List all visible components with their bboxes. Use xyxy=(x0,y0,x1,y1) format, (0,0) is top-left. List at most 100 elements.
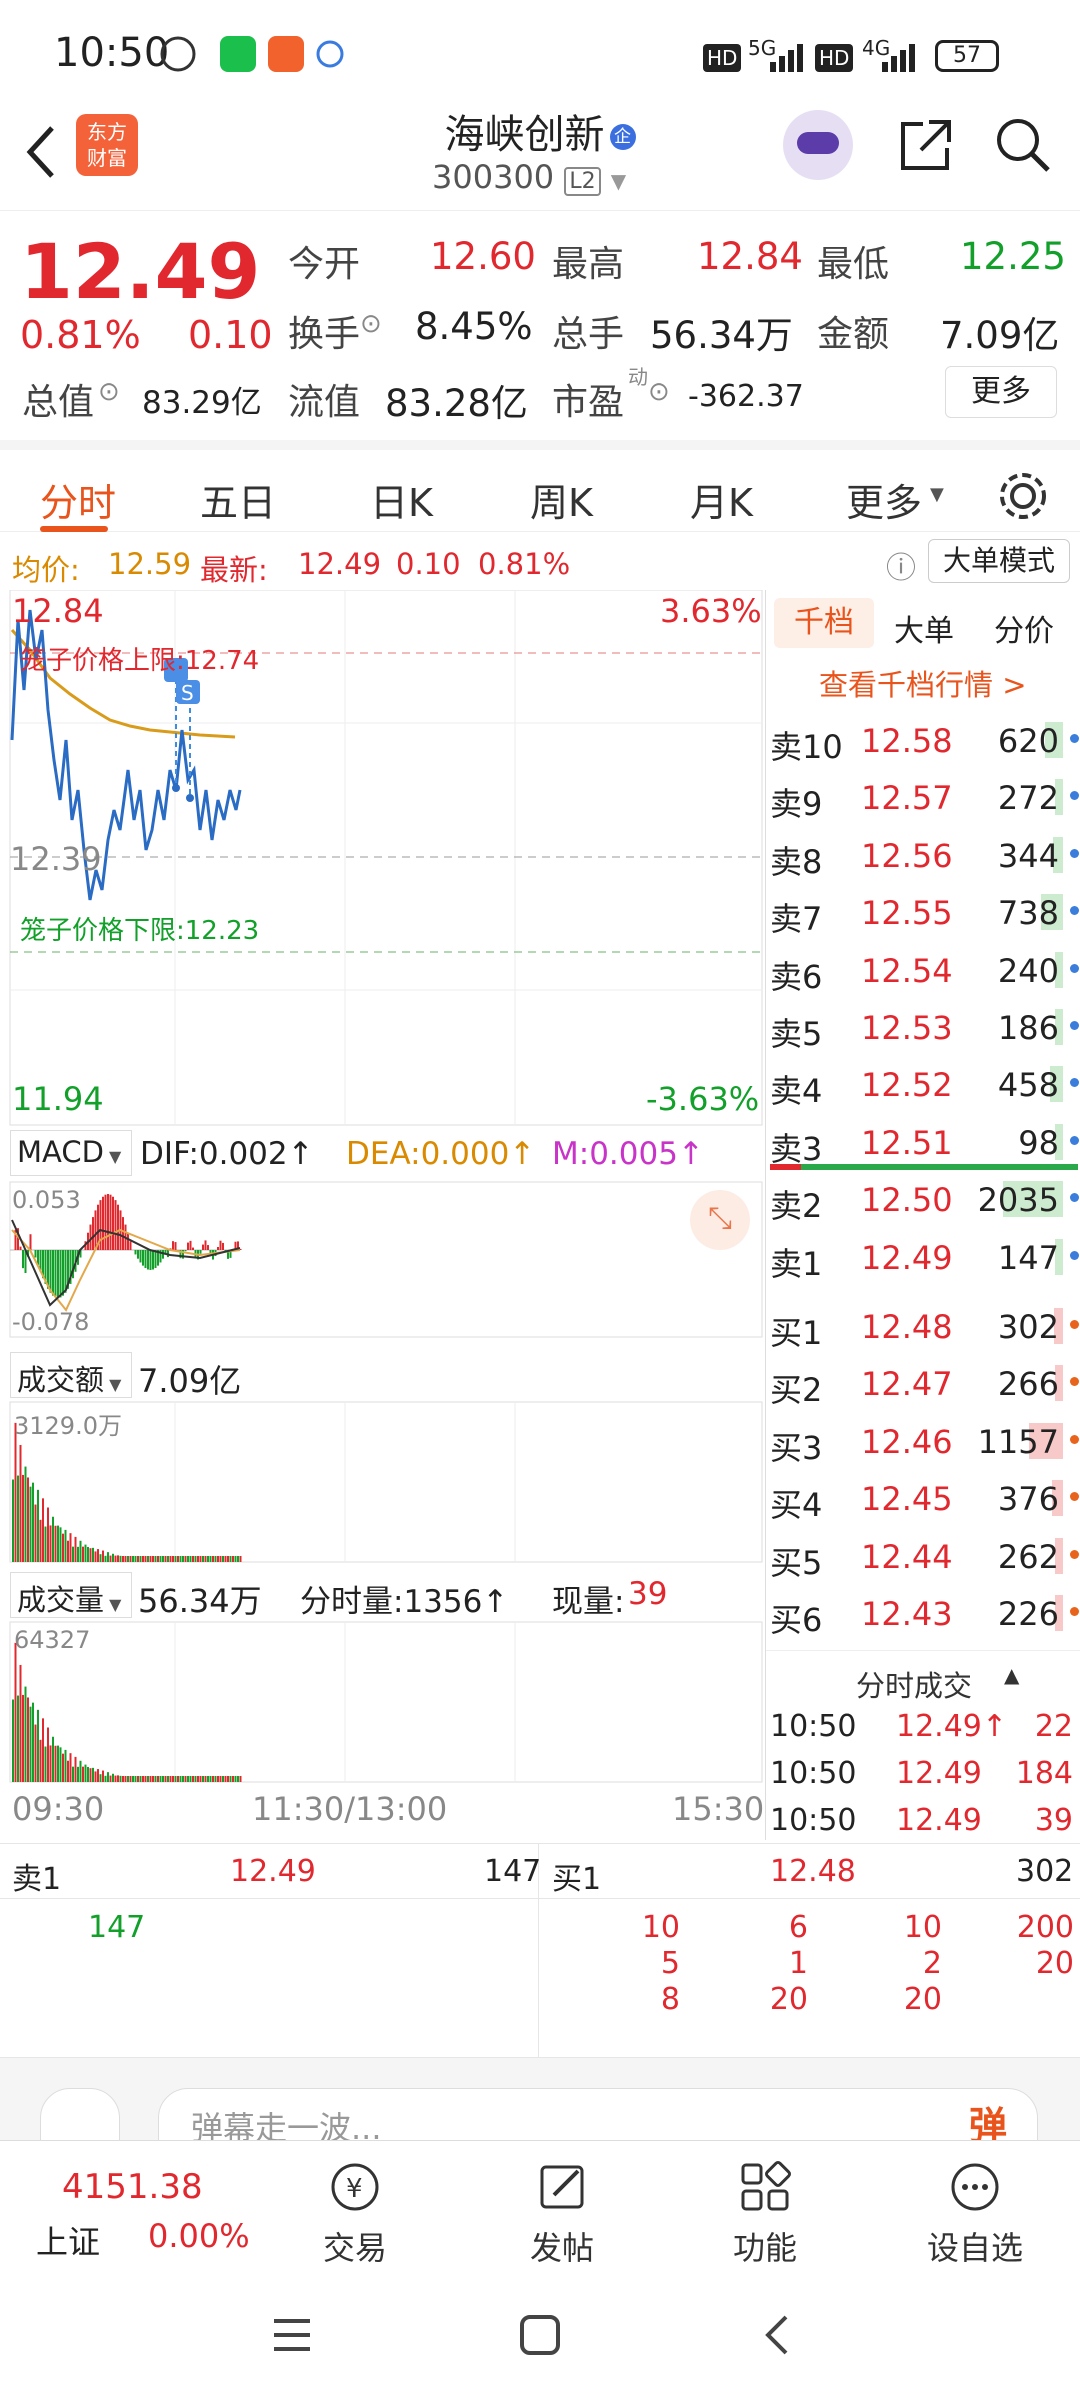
tab-day-k[interactable]: 日K xyxy=(370,472,433,527)
menu-icon[interactable] xyxy=(270,2315,314,2355)
back-icon[interactable] xyxy=(22,122,62,182)
comment-list-icon[interactable] xyxy=(40,2088,120,2148)
time-end: 15:30 xyxy=(672,1790,765,1828)
nav-functions-label: 功能 xyxy=(732,2229,797,2267)
macd-bar xyxy=(137,1250,139,1259)
info-icon[interactable]: ⊙ xyxy=(360,309,382,339)
nav-add-watchlist[interactable]: 设自选 xyxy=(905,2159,1045,2269)
stock-title: 海峡创新 企 xyxy=(420,102,660,160)
bid-row[interactable]: 买5 12.44 262 xyxy=(766,1534,1080,1582)
bid-row[interactable]: 买1 12.48 302 xyxy=(766,1304,1080,1352)
y-bot-pct: -3.63% xyxy=(646,1080,760,1118)
trade-time: 10:50 xyxy=(770,1709,857,1744)
bid-row[interactable]: 买3 12.46 1157 xyxy=(766,1419,1080,1467)
macd-bar xyxy=(49,1250,52,1293)
buy-detail-value: 20 xyxy=(1035,1946,1074,1981)
macd-bar xyxy=(114,1200,117,1250)
info-icon[interactable]: ⊙ xyxy=(98,377,120,407)
amt-bars-bar xyxy=(87,1547,89,1562)
vol-bars-bar xyxy=(174,1776,177,1782)
vol-bars-bar xyxy=(92,1767,94,1782)
amt-bars-bar xyxy=(59,1527,62,1562)
vol-bars-bar xyxy=(227,1776,229,1782)
index-ticker[interactable]: 4151.38 上证 0.00% xyxy=(0,2141,260,2271)
sell1-label: 卖1 xyxy=(12,1862,62,1897)
vol-bars-bar xyxy=(84,1764,87,1782)
stock-code-row[interactable]: 300300 L2 ▼ xyxy=(432,158,626,196)
amount-label: 成交额 xyxy=(17,1363,105,1397)
stock-code: 300300 xyxy=(432,158,555,196)
vol-bars-bar xyxy=(72,1766,74,1782)
nav-post[interactable]: 发帖 xyxy=(492,2159,632,2269)
assistant-avatar[interactable] xyxy=(783,110,853,180)
volume-selector[interactable]: 成交量 ▼ xyxy=(10,1572,132,1618)
amount-label: 金额 xyxy=(817,314,890,355)
big-order-mode-button[interactable]: 大单模式 xyxy=(928,539,1070,583)
macd-bar xyxy=(127,1232,129,1250)
tab-week-k[interactable]: 周K xyxy=(530,472,593,527)
vol-bars-bar xyxy=(74,1756,77,1782)
y-mid-label: 12.39 xyxy=(10,840,102,878)
hd-badge-1: HD xyxy=(703,44,742,72)
amount-max-label: 3129.0万 xyxy=(14,1412,122,1440)
amt-bars-bar xyxy=(202,1556,204,1562)
vol-bars-bar xyxy=(34,1724,37,1782)
vol-bars-bar xyxy=(194,1776,197,1782)
brand-logo[interactable]: 东方 财富 xyxy=(76,114,138,176)
nav-functions[interactable]: 功能 xyxy=(695,2159,835,2269)
danmu-input[interactable]: 弹幕走一波... 弹 xyxy=(158,2088,1038,2148)
buy-detail-value: 10 xyxy=(641,1910,680,1945)
cage-lower-label: 笼子价格下限:12.23 xyxy=(20,916,260,946)
amt-bars-bar xyxy=(127,1556,129,1562)
bid-row[interactable]: 买6 12.43 226 xyxy=(766,1591,1080,1639)
amt-bars-bar xyxy=(204,1556,207,1562)
bid-row[interactable]: 买4 12.45 376 xyxy=(766,1476,1080,1524)
chevron-up-icon[interactable]: ▲ xyxy=(1004,1663,1019,1687)
info-icon[interactable]: ⊙ xyxy=(648,377,670,407)
vol-bars-bar xyxy=(49,1745,52,1782)
system-back-icon[interactable] xyxy=(760,2313,796,2357)
trade-time: 10:50 xyxy=(770,1803,857,1838)
top-bar: 东方 财富 海峡创新 企 300300 L2 ▼ xyxy=(0,100,1080,210)
amt-bars-bar xyxy=(154,1556,157,1562)
macd-selector[interactable]: MACD ▼ xyxy=(10,1130,132,1176)
chevron-down-icon: ▼ xyxy=(610,169,627,193)
signal-icon-2 xyxy=(882,44,915,72)
amt-bars-bar xyxy=(169,1556,172,1562)
amt-bars-bar xyxy=(129,1556,132,1562)
more-button[interactable]: 更多 xyxy=(945,366,1057,418)
share-icon[interactable] xyxy=(895,114,957,176)
tab-five-day[interactable]: 五日 xyxy=(200,472,276,527)
amt-bars-bar xyxy=(184,1556,187,1562)
tab-more[interactable]: 更多 xyxy=(846,472,922,527)
amt-bars-bar xyxy=(117,1555,119,1562)
buy-detail-value: 20 xyxy=(769,1982,808,2017)
amount-selector[interactable]: 成交额 ▼ xyxy=(10,1352,132,1398)
vol-bars-bar xyxy=(239,1776,242,1782)
settings-gear-icon[interactable] xyxy=(995,468,1051,524)
trade-time: 10:50 xyxy=(770,1756,857,1791)
amt-bars-bar xyxy=(157,1556,159,1562)
search-icon[interactable] xyxy=(992,114,1054,176)
nav-trade[interactable]: ¥ 交易 xyxy=(285,2159,425,2269)
current-price: 12.49 xyxy=(20,227,261,316)
amt-bars-bar xyxy=(237,1556,239,1562)
amt-bars-bar xyxy=(32,1482,34,1562)
order-book: 千档 大单 分价 查看千档行情 > 卖10 12.58 620 卖9 12.57 272 卖… xyxy=(765,590,1080,1840)
bid-row[interactable]: 买2 12.47 266 xyxy=(766,1361,1080,1409)
vol-bars-bar xyxy=(79,1760,82,1782)
grid-apps-icon xyxy=(741,2161,791,2211)
help-icon[interactable]: ⓘ xyxy=(886,543,916,587)
macd-bar xyxy=(59,1250,62,1298)
tab-month-k[interactable]: 月K xyxy=(690,472,753,527)
vol-bars-bar xyxy=(122,1776,124,1782)
buy-detail-value: 2 xyxy=(922,1946,942,1981)
status-time: 10:50 xyxy=(54,30,170,76)
volume-label: 总手 xyxy=(552,314,625,355)
expand-icon[interactable]: ⤡ xyxy=(690,1190,750,1250)
home-icon[interactable] xyxy=(518,2313,562,2357)
amt-bars-bar xyxy=(119,1555,122,1562)
vol-bars-bar xyxy=(177,1776,179,1782)
vol-bars-bar xyxy=(69,1753,72,1782)
tab-intraday[interactable]: 分时 xyxy=(40,472,116,527)
